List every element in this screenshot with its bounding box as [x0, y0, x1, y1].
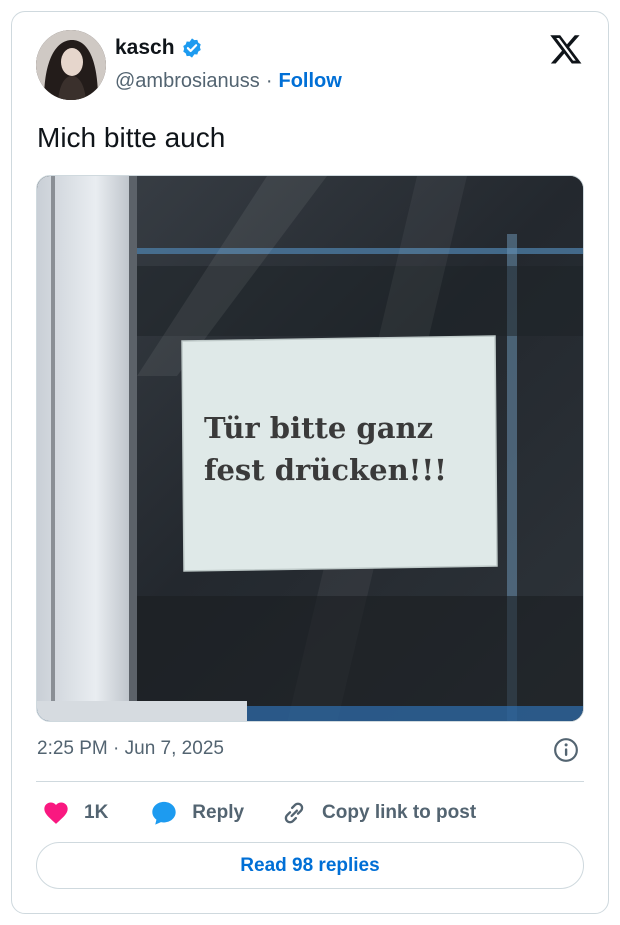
avatar[interactable] [36, 30, 106, 100]
link-icon [284, 802, 304, 824]
author-handle[interactable]: @ambrosianuss [115, 70, 260, 93]
copy-link-button[interactable]: Copy link to post [280, 799, 476, 827]
info-icon[interactable] [553, 737, 579, 763]
separator-dot: · [265, 70, 273, 92]
like-button[interactable]: 1K [42, 799, 108, 827]
tweet-card: kasch @ambrosianuss · Follow Mich bitte … [11, 11, 609, 914]
sign-text-line2: fest drücken!!! [204, 453, 447, 487]
tweet-text: Mich bitte auch [37, 122, 226, 153]
sign-text-line1: Tür bitte ganz [204, 411, 433, 445]
reply-button[interactable]: Reply [150, 799, 244, 827]
divider [36, 781, 584, 782]
heart-icon [44, 802, 68, 824]
photo-door-sign: Tür bitte ganz fest drücken!!! [37, 176, 583, 721]
read-replies-button[interactable]: Read 98 replies [36, 842, 584, 889]
follow-button[interactable]: Follow [278, 70, 341, 93]
like-count: 1K [84, 802, 109, 823]
tweet-photo[interactable]: Tür bitte ganz fest drücken!!! [36, 175, 584, 722]
verified-badge-icon [182, 38, 201, 58]
action-bar: 1K Reply Copy link to post [36, 795, 476, 831]
copy-link-label: Copy link to post [322, 802, 477, 823]
author-name[interactable]: kasch [115, 36, 175, 60]
x-logo-icon[interactable] [549, 32, 583, 66]
tweet-timestamp[interactable]: 2:25 PM · Jun 7, 2025 [37, 738, 224, 760]
reply-label: Reply [192, 802, 245, 823]
speech-bubble-icon [152, 801, 176, 825]
